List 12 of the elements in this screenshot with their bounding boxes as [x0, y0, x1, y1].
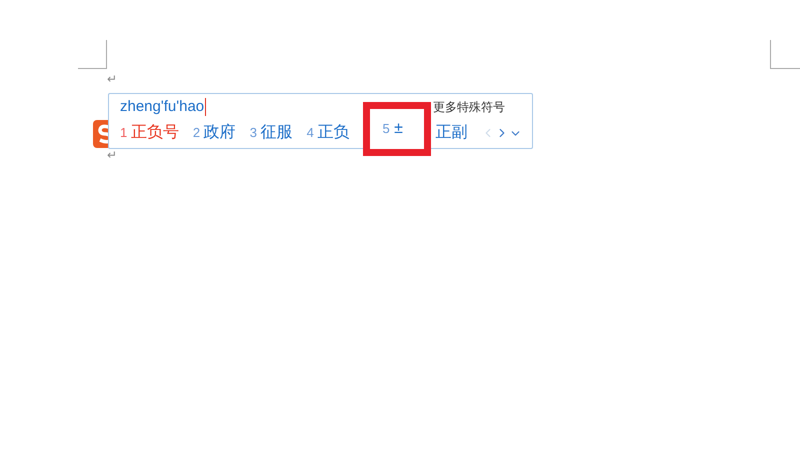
candidate-item[interactable]: 正副 — [435, 121, 468, 145]
page-corner-mark — [78, 40, 107, 69]
candidate-item[interactable]: 5 ± — [382, 117, 403, 141]
candidate-item[interactable]: 2 政府 — [192, 121, 236, 145]
candidate-item[interactable]: 3 征服 — [250, 121, 293, 145]
more-symbols-link[interactable]: 更多特殊符号 — [433, 98, 505, 116]
paragraph-mark: ↵ — [107, 72, 117, 86]
paragraph-mark: ↵ — [107, 148, 117, 162]
page-corner-mark — [770, 40, 800, 69]
candidate-item[interactable]: 4 正负 — [306, 121, 350, 145]
composition-text: zheng'fu'hao — [120, 98, 206, 116]
candidate-item[interactable]: 1 正负号 — [120, 121, 179, 145]
